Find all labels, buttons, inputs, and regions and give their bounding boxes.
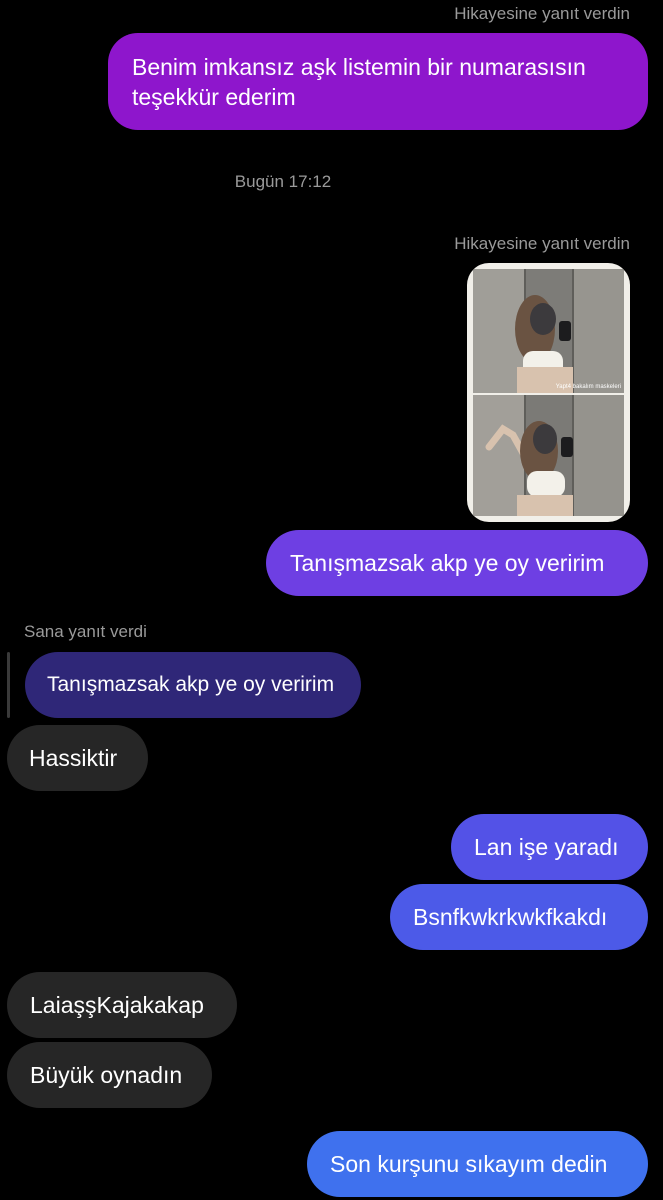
incoming-message[interactable]: LaiaşşKajakakap [7,972,237,1038]
story-caption: Yapt4 bakalım maskeleri [555,384,621,390]
incoming-message[interactable]: Büyük oynadın [7,1042,212,1108]
reply-label: Sana yanıt verdi [24,622,147,641]
message-text: Tanışmazsak akp ye oy veririm [47,673,335,696]
story-image-top [473,269,624,393]
incoming-message[interactable]: Hassiktir [7,725,148,791]
story-photo-bottom [473,395,624,516]
outgoing-message[interactable]: Bsnfkwkrkwkfkakdı [390,884,648,950]
timestamp: Bugün 17:12 [234,172,332,191]
story-reply-label: Hikayesine yanıt verdin [454,4,630,23]
message-text: Tanışmazsak akp ye oy veririm [290,550,605,576]
message-text: Lan işe yaradı [474,834,619,860]
story-preview[interactable]: Yapt4 bakalım maskeleri [467,263,630,522]
story-image-bottom [473,395,624,516]
story-photo-top: Yapt4 bakalım maskeleri [473,269,624,393]
outgoing-message[interactable]: Lan işe yaradı [451,814,648,880]
message-text: Hassiktir [29,745,118,771]
story-reply-label: Hikayesine yanıt verdin [454,234,630,253]
quote-bar [7,652,10,718]
outgoing-message[interactable]: Son kurşunu sıkayım dedin [307,1131,648,1197]
message-text: Bsnfkwkrkwkfkakdı [413,904,608,930]
quoted-message[interactable]: Tanışmazsak akp ye oy veririm [25,652,361,718]
message-text: Son kurşunu sıkayım dedin [330,1151,608,1177]
message-text: Benim imkansız aşk listemin bir numarası… [132,53,586,110]
outgoing-message[interactable]: Tanışmazsak akp ye oy veririm [266,530,648,596]
outgoing-message[interactable]: Benim imkansız aşk listemin bir numarası… [108,33,648,130]
message-text: Büyük oynadın [30,1062,183,1088]
message-text: LaiaşşKajakakap [30,992,204,1018]
